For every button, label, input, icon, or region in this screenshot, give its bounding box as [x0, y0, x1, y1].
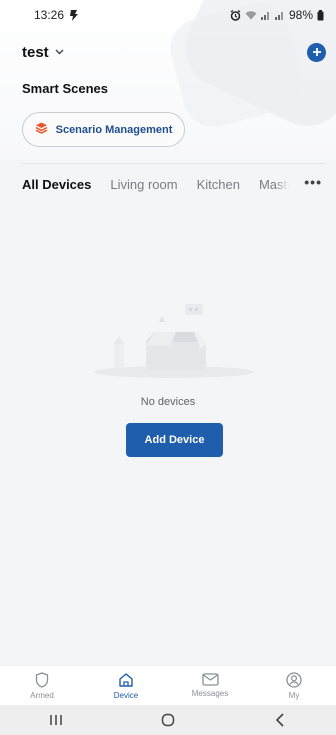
chevron-down-icon	[55, 46, 64, 58]
ellipsis-icon: •••	[304, 174, 322, 190]
system-navigation-bar	[0, 705, 336, 735]
header: test	[22, 40, 326, 64]
add-button[interactable]	[307, 42, 326, 62]
status-right: 98%	[230, 8, 324, 22]
home-button[interactable]	[148, 708, 188, 732]
recent-apps-icon	[50, 715, 62, 725]
shield-icon	[35, 671, 49, 688]
scenario-management-button[interactable]: Scenario Management	[22, 112, 185, 147]
wifi-icon	[245, 10, 257, 20]
divider	[22, 163, 326, 164]
battery-icon	[317, 9, 324, 21]
back-button[interactable]	[260, 708, 300, 732]
home-circle-icon	[161, 713, 175, 727]
scenario-management-label: Scenario Management	[55, 123, 173, 136]
home-name: test	[22, 43, 49, 61]
nav-messages[interactable]: Messages	[175, 673, 245, 698]
battery-percent: 98%	[288, 8, 313, 22]
nav-device-label: Device	[113, 690, 139, 700]
add-device-button[interactable]: Add Device	[126, 423, 223, 457]
tab-master[interactable]: Maste	[259, 177, 289, 192]
status-time: 13:26	[34, 8, 65, 22]
home-icon	[119, 672, 133, 687]
alarm-icon	[230, 9, 241, 21]
recent-apps-button[interactable]	[36, 708, 76, 732]
signal-icon	[260, 10, 271, 20]
tab-kitchen[interactable]: Kitchen	[197, 177, 240, 192]
back-icon	[275, 713, 284, 727]
home-selector[interactable]: test	[22, 44, 64, 61]
layers-icon	[35, 121, 48, 139]
bottom-navigation: Armed Device Messages My	[0, 665, 336, 705]
more-tabs-button[interactable]: •••	[304, 174, 322, 190]
plus-icon	[312, 48, 321, 56]
user-icon	[286, 671, 302, 688]
nav-my[interactable]: My	[259, 671, 329, 700]
notification-icon	[70, 9, 79, 21]
app-screen: 13:26 98% test Smart Scenes Scenario Man…	[0, 0, 336, 735]
nav-armed-label: Armed	[30, 690, 54, 700]
mail-icon	[201, 673, 219, 686]
nav-armed[interactable]: Armed	[7, 671, 77, 700]
signal-icon	[274, 10, 285, 20]
status-left: 13:26	[34, 8, 79, 22]
empty-box-illustration	[92, 296, 256, 384]
nav-my-label: My	[288, 690, 300, 700]
tab-living-room[interactable]: Living room	[110, 177, 177, 192]
smart-scenes-title: Smart Scenes	[22, 81, 108, 96]
nav-messages-label: Messages	[191, 689, 229, 698]
room-tabs: All Devices Living room Kitchen Maste	[22, 174, 336, 194]
status-bar: 13:26 98%	[0, 0, 336, 30]
tab-all-devices[interactable]: All Devices	[22, 177, 91, 192]
nav-device[interactable]: Device	[91, 672, 161, 700]
empty-state-message: No devices	[140, 396, 196, 408]
